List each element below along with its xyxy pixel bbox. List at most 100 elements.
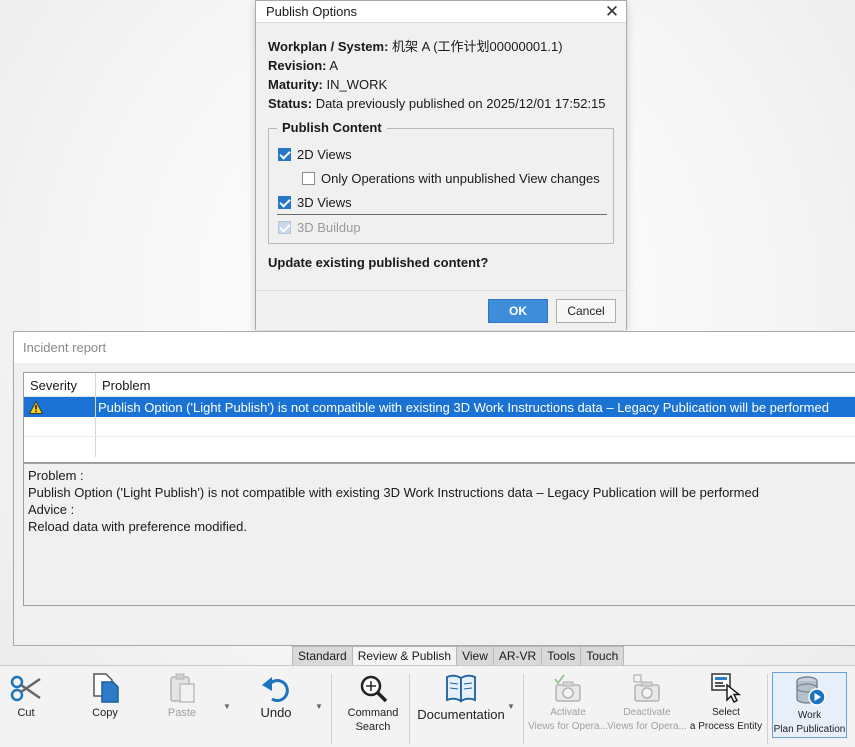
warning-icon (29, 400, 43, 414)
cut-label: Cut (17, 707, 35, 719)
tab-tools[interactable]: Tools (541, 646, 582, 665)
checkbox-3d-buildup-box (278, 221, 291, 234)
scissors-icon (8, 670, 44, 706)
undo-button[interactable]: Undo (256, 670, 296, 720)
database-publish-icon (792, 673, 828, 709)
status-line: Status: Data previously published on 202… (268, 94, 606, 113)
incident-table: Severity Problem Publish Option ('Light … (23, 372, 855, 463)
select-process-entity-button[interactable]: Select a Process Entity (688, 670, 764, 734)
publish-info: Workplan / System: 机架 A (工作计划00000001.1)… (268, 37, 606, 113)
detail-problem-text: Publish Option ('Light Publish') is not … (28, 485, 759, 500)
select-label-1: Select (712, 707, 740, 718)
column-header-problem[interactable]: Problem (96, 373, 150, 397)
problem-cell-empty (96, 417, 98, 436)
close-icon[interactable]: ✕ (604, 3, 620, 21)
command-search-label-1: Command (347, 707, 399, 719)
camera-uncheck-icon (629, 670, 665, 706)
paste-dropdown-icon[interactable]: ▼ (223, 702, 231, 711)
deactivate-label-1: Deactivate (623, 707, 671, 718)
work-label-1: Work (797, 710, 822, 721)
table-row-empty (24, 417, 855, 437)
maturity-value: IN_WORK (326, 77, 388, 92)
workplan-value: 机架 A (工作计划00000001.1) (392, 39, 563, 54)
revision-key: Revision: (268, 58, 327, 73)
select-label-2: a Process Entity (689, 721, 763, 732)
checkbox-3d-views[interactable]: 3D Views (278, 195, 352, 210)
command-search-button[interactable]: Command Search (345, 670, 401, 734)
activate-label-2: Views for Opera... (528, 721, 608, 732)
update-question: Update existing published content? (268, 255, 489, 270)
activate-label-1: Activate (550, 707, 586, 718)
detail-advice-label: Advice : (28, 502, 75, 517)
checkbox-only-operations-box[interactable] (302, 172, 315, 185)
activate-views-button[interactable]: Activate Views for Opera... (528, 670, 608, 734)
group-separator (277, 214, 607, 215)
table-row-empty (24, 437, 855, 457)
incident-detail: Problem : Publish Option ('Light Publish… (23, 463, 855, 606)
publish-content-group: Publish Content 2D Views Only Operations… (268, 120, 614, 244)
incident-report-panel: Incident report Severity Problem Publish… (13, 331, 855, 646)
maturity-key: Maturity: (268, 77, 323, 92)
status-key: Status: (268, 96, 313, 111)
dialog-title: Publish Options (266, 4, 358, 19)
checkbox-only-operations[interactable]: Only Operations with unpublished View ch… (302, 171, 600, 186)
table-header: Severity Problem (24, 373, 855, 397)
command-search-label-2: Search (355, 721, 391, 733)
undo-dropdown-icon[interactable]: ▼ (315, 702, 323, 711)
tab-touch[interactable]: Touch (580, 646, 625, 665)
undo-icon (258, 670, 294, 706)
undo-label: Undo (260, 705, 292, 720)
tab-standard[interactable]: Standard (292, 646, 353, 665)
command-search-icon (355, 670, 391, 706)
ribbon-toolbar: Cut Copy Paste ▼ Undo ▼ Command Search D… (0, 665, 855, 747)
documentation-button[interactable]: Documentation (417, 670, 505, 722)
work-plan-publication-button[interactable]: Work Plan Publication (772, 672, 847, 738)
severity-cell-empty (24, 417, 96, 436)
severity-cell (24, 397, 96, 417)
cancel-button[interactable]: Cancel (556, 299, 616, 323)
ok-button[interactable]: OK (488, 299, 548, 323)
problem-cell-empty (96, 437, 98, 457)
checkbox-2d-views[interactable]: 2D Views (278, 147, 352, 162)
cut-button[interactable]: Cut (6, 670, 46, 720)
paste-button[interactable]: Paste (160, 670, 204, 720)
tab-view[interactable]: View (456, 646, 494, 665)
documentation-label: Documentation (417, 707, 505, 722)
copy-icon (87, 670, 123, 706)
group-title: Publish Content (277, 120, 387, 135)
deactivate-label-2: Views for Opera... (607, 721, 687, 732)
tab-review-publish[interactable]: Review & Publish (351, 646, 458, 665)
maturity-line: Maturity: IN_WORK (268, 75, 606, 94)
ribbon-separator (523, 674, 524, 744)
publish-options-dialog: Publish Options ✕ Workplan / System: 机架 … (255, 0, 627, 330)
tab-ar-vr[interactable]: AR-VR (492, 646, 543, 665)
severity-cell-empty (24, 437, 96, 457)
workplan-key: Workplan / System: (268, 39, 389, 54)
checkbox-2d-views-label: 2D Views (297, 147, 352, 162)
ribbon-separator (409, 674, 410, 744)
ribbon-separator (767, 674, 768, 744)
book-icon (443, 670, 479, 706)
incident-report-title: Incident report (14, 332, 855, 363)
checkbox-2d-views-box[interactable] (278, 148, 291, 161)
copy-label: Copy (92, 707, 118, 719)
checkbox-only-operations-label: Only Operations with unpublished View ch… (321, 171, 600, 186)
copy-button[interactable]: Copy (84, 670, 126, 720)
table-row[interactable]: Publish Option ('Light Publish') is not … (24, 397, 855, 417)
dialog-footer: OK Cancel (256, 290, 626, 330)
revision-value: A (329, 58, 339, 73)
select-cursor-icon (708, 670, 744, 706)
documentation-dropdown-icon[interactable]: ▼ (507, 702, 515, 711)
camera-check-icon (550, 670, 586, 706)
workplan-line: Workplan / System: 机架 A (工作计划00000001.1) (268, 37, 606, 56)
detail-problem-label: Problem : (28, 468, 84, 483)
dialog-title-bar: Publish Options (256, 1, 626, 23)
detail-advice-text: Reload data with preference modified. (28, 519, 247, 534)
ribbon-separator (331, 674, 332, 744)
paste-label: Paste (167, 707, 197, 719)
column-header-severity[interactable]: Severity (24, 373, 96, 397)
deactivate-views-button[interactable]: Deactivate Views for Opera... (607, 670, 687, 734)
checkbox-3d-views-box[interactable] (278, 196, 291, 209)
checkbox-3d-views-label: 3D Views (297, 195, 352, 210)
ribbon-tabs: Standard Review & Publish View AR-VR Too… (292, 646, 625, 665)
